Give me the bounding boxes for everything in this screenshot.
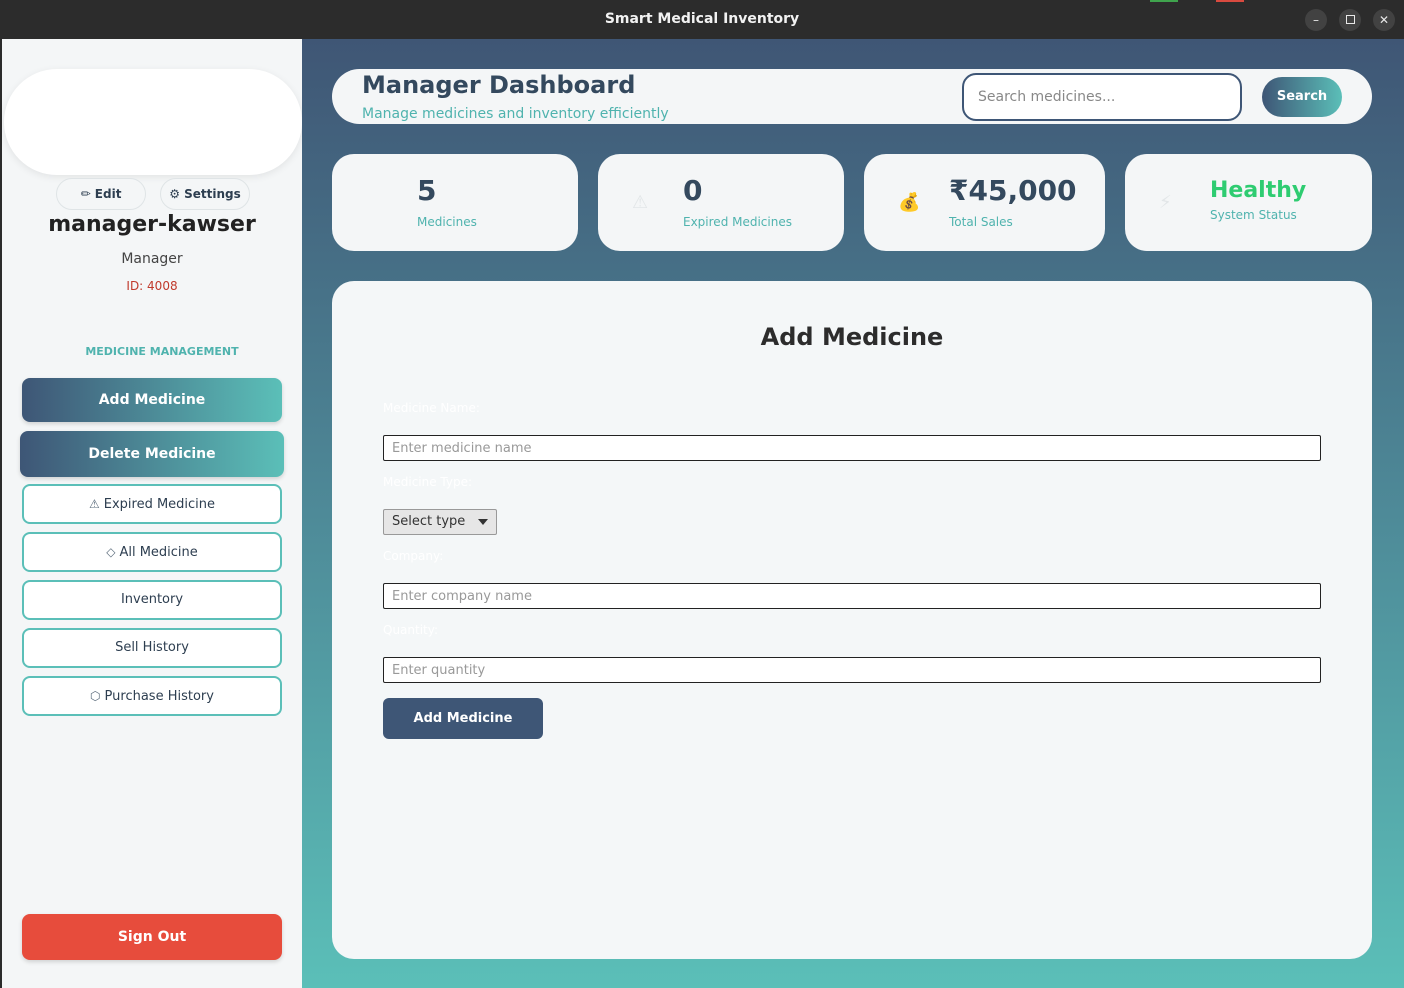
status-badge: Healthy [1210, 178, 1307, 203]
tag-icon: ◇ [106, 545, 116, 559]
add-medicine-submit-button[interactable]: Add Medicine [383, 698, 543, 739]
sidebar-item-sell-history[interactable]: Sell History [22, 628, 282, 668]
stat-label: Total Sales [949, 215, 1013, 229]
sidebar-item-label: All Medicine [119, 545, 198, 560]
sidebar-item-label: Sell History [115, 640, 189, 655]
edit-profile-button[interactable]: ✏ Edit [56, 178, 146, 210]
stat-label: Medicines [417, 215, 477, 229]
sidebar-item-add-medicine[interactable]: Add Medicine [22, 378, 282, 422]
stat-card-expired: ⚠ 0 Expired Medicines [598, 154, 844, 251]
close-icon: ✕ [1378, 13, 1390, 27]
sidebar-item-label: Inventory [120, 592, 184, 607]
company-label: Company: [383, 549, 444, 563]
user-role: Manager [121, 251, 183, 267]
sidebar-item-inventory[interactable]: Inventory [22, 580, 282, 620]
avatar [4, 69, 302, 175]
page-subtitle: Manage medicines and inventory efficient… [362, 106, 669, 122]
sidebar-item-purchase-history[interactable]: ⬡ Purchase History [22, 676, 282, 716]
window-titlebar: Smart Medical Inventory – ✕ [0, 0, 1404, 39]
medicine-type-select[interactable]: Select type [383, 509, 497, 535]
sidebar: ✏ Edit ⚙ Settings manager-kawser Manager… [2, 39, 302, 988]
sidebar-item-all-medicine[interactable]: ◇ All Medicine [22, 532, 282, 572]
chevron-down-icon [478, 519, 488, 525]
page-title: Manager Dashboard [362, 71, 636, 99]
search-input[interactable] [962, 73, 1242, 121]
search-button[interactable]: Search [1262, 77, 1342, 117]
sidebar-item-label: Purchase History [104, 689, 214, 704]
medicine-type-label: Medicine Type: [383, 475, 473, 489]
maximize-button[interactable] [1339, 9, 1361, 31]
close-button[interactable]: ✕ [1373, 9, 1395, 31]
lightning-icon: ⚡ [1159, 192, 1172, 213]
medicine-name-field[interactable] [383, 435, 1321, 461]
stat-card-sales: 💰 ₹45,000 Total Sales [864, 154, 1105, 251]
maximize-icon [1345, 15, 1355, 24]
money-bag-icon: 💰 [898, 192, 921, 213]
stat-value: ₹45,000 [949, 174, 1077, 207]
stat-value: 0 [683, 174, 703, 207]
form-title: Add Medicine [760, 323, 944, 351]
sidebar-item-expired-medicine[interactable]: ⚠ Expired Medicine [22, 484, 282, 524]
select-value: Select type [392, 514, 466, 529]
minimize-button[interactable]: – [1305, 9, 1327, 31]
settings-button[interactable]: ⚙ Settings [160, 178, 250, 210]
titlebar-accent-red [1216, 0, 1244, 2]
stat-card-medicines: 5 Medicines [332, 154, 578, 251]
sidebar-item-delete-medicine[interactable]: Delete Medicine [20, 431, 284, 477]
stat-label: System Status [1210, 208, 1297, 222]
section-title-medicine-management: MEDICINE MANAGEMENT [85, 345, 239, 358]
package-icon: ⬡ [90, 689, 101, 703]
stat-label: Expired Medicines [683, 215, 792, 229]
main-content: Manager Dashboard Manage medicines and i… [302, 39, 1404, 988]
username: manager-kawser [48, 212, 256, 237]
titlebar-accent-green [1150, 0, 1178, 2]
warning-icon: ⚠ [88, 497, 100, 511]
warning-icon: ⚠ [632, 192, 649, 213]
company-field[interactable] [383, 583, 1321, 609]
quantity-field[interactable] [383, 657, 1321, 683]
sign-out-button[interactable]: Sign Out [22, 914, 282, 960]
stat-card-system-status: ⚡ Healthy System Status [1125, 154, 1372, 251]
stat-value: 5 [417, 174, 437, 207]
minimize-icon: – [1313, 13, 1319, 27]
quantity-label: Quantity: [383, 623, 439, 637]
add-medicine-form: Add Medicine Medicine Name: Medicine Typ… [332, 281, 1372, 959]
dashboard-header: Manager Dashboard Manage medicines and i… [332, 69, 1372, 124]
window-title: Smart Medical Inventory [604, 11, 800, 27]
sidebar-item-label: Expired Medicine [103, 497, 216, 512]
user-id: ID: 4008 [126, 279, 178, 293]
medicine-name-label: Medicine Name: [383, 401, 480, 415]
